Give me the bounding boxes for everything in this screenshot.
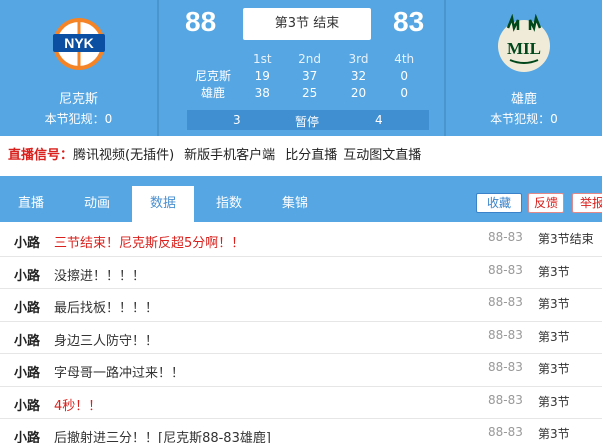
game-header: NYK 尼克斯 本节犯规：0 88 第3节 结束 83 1st 2nd 3rd …	[0, 0, 602, 136]
feed-item: 小路 最后找板！！！！ 88-83 第3节	[0, 289, 602, 322]
bucks-logo-icon: MIL	[498, 14, 550, 72]
quarter-score: 25	[301, 85, 318, 100]
feed-message: 4秒！！	[54, 398, 102, 414]
feedback-button[interactable]: 反馈	[528, 193, 564, 213]
quarter-score: 32	[350, 68, 367, 83]
signal-link-score-live[interactable]: 比分直播	[285, 148, 337, 163]
scoreboard-panel: 88 第3节 结束 83 1st 2nd 3rd 4th 尼克斯 19 37 3…	[159, 0, 444, 136]
quarter-score: 19	[254, 68, 270, 83]
quarter-score-table: 1st 2nd 3rd 4th 尼克斯 19 37 32 0 雄鹿 38 25 …	[185, 51, 427, 101]
away-timeouts: 4	[375, 113, 383, 127]
home-team-panel: NYK 尼克斯 本节犯规：0	[0, 0, 157, 136]
feed-score: 88-83	[488, 327, 523, 342]
feed-item: 小路 4秒！！ 88-83 第3节	[0, 387, 602, 419]
tab-bar: 直播 动画 数据 指数 集锦 收藏 反馈 举报	[0, 176, 602, 222]
home-team-name: 尼克斯	[58, 92, 98, 107]
feed-message: 没擦进！！！！	[54, 268, 146, 284]
quarter-score: 37	[301, 68, 318, 83]
tab-stats[interactable]: 数据	[132, 186, 194, 222]
feed-score: 88-83	[488, 262, 523, 277]
report-button[interactable]: 举报	[572, 193, 602, 213]
tab-odds[interactable]: 指数	[198, 186, 260, 222]
feed-score: 88-83	[488, 230, 523, 244]
feed-author: 小路	[14, 333, 41, 349]
svg-text:MIL: MIL	[507, 39, 541, 58]
away-team-panel: MIL 雄鹿 本节犯规：0	[446, 0, 602, 136]
live-signal-label: 直播信号：	[8, 148, 74, 163]
quarter-score: 0	[400, 68, 408, 83]
tab-animation[interactable]: 动画	[66, 186, 128, 222]
away-team-name: 雄鹿	[510, 92, 537, 107]
feed-item: 小路 没擦进！！！！ 88-83 第3节	[0, 257, 602, 289]
feed-score: 88-83	[488, 425, 523, 439]
feed-quarter: 第3节	[538, 427, 570, 441]
live-text-feed: 小路 三节结束！尼克斯反超5分啊！！ 88-83 第3节结束 小路 没擦进！！！…	[0, 224, 602, 443]
feed-item: 小路 后撤射进三分！！[尼克斯88-83雄鹿] 88-83 第3节	[0, 419, 602, 443]
feed-author: 小路	[14, 236, 41, 251]
feed-author: 小路	[14, 398, 41, 414]
quarter-header: 1st	[252, 52, 272, 66]
feed-author: 小路	[14, 301, 41, 316]
feed-score: 88-83	[488, 392, 523, 407]
quarter-score: 20	[350, 85, 367, 100]
feed-author: 小路	[14, 268, 41, 284]
away-score: 83	[393, 6, 425, 37]
quarter-row-team: 尼克斯	[194, 69, 231, 83]
timeout-label: 暂停	[295, 115, 320, 129]
home-score: 88	[185, 6, 217, 37]
quarter-header: 2nd	[298, 52, 322, 66]
feed-message: 后撤射进三分！！[尼克斯88-83雄鹿]	[54, 431, 271, 443]
home-team-fouls: 本节犯规：0	[44, 112, 113, 126]
feed-quarter: 第3节	[538, 297, 570, 311]
feed-quarter: 第3节结束	[538, 232, 594, 246]
live-signal-bar: 直播信号：腾讯视频(无插件) 新版手机客户端 比分直播 互动图文直播	[0, 136, 602, 176]
signal-link-tencent-video[interactable]: 腾讯视频(无插件)	[73, 148, 174, 163]
quarter-header: 3rd	[348, 52, 369, 66]
quarter-score: 38	[254, 85, 270, 100]
timeout-bar: 3 暂停 4	[187, 110, 429, 130]
quarter-row-team: 雄鹿	[200, 86, 225, 100]
feed-quarter: 第3节	[538, 329, 570, 344]
tab-highlights[interactable]: 集锦	[264, 186, 326, 222]
favorite-button[interactable]: 收藏	[476, 193, 522, 213]
feed-quarter: 第3节	[538, 394, 570, 409]
knicks-logo-icon: NYK	[52, 18, 105, 70]
feed-score: 88-83	[488, 295, 523, 309]
feed-item: 小路 字母哥一路冲过来！！ 88-83 第3节	[0, 354, 602, 387]
home-timeouts: 3	[233, 113, 241, 127]
feed-score: 88-83	[488, 360, 523, 374]
feed-author: 小路	[14, 431, 41, 443]
feed-message: 最后找板！！！！	[54, 301, 159, 316]
game-status: 第3节 结束	[243, 8, 371, 40]
feed-message: 三节结束！尼克斯反超5分啊！！	[54, 236, 245, 251]
svg-text:NYK: NYK	[64, 35, 94, 51]
feed-quarter: 第3节	[538, 362, 570, 376]
feed-item: 小路 三节结束！尼克斯反超5分啊！！ 88-83 第3节结束	[0, 224, 602, 257]
feed-item: 小路 身边三人防守！！ 88-83 第3节	[0, 322, 602, 354]
quarter-score: 0	[400, 85, 408, 100]
away-team-fouls: 本节犯规：0	[490, 112, 558, 126]
feed-message: 身边三人防守！！	[54, 333, 159, 349]
signal-link-mobile-client[interactable]: 新版手机客户端	[184, 148, 275, 163]
feed-quarter: 第3节	[538, 264, 570, 279]
signal-link-text-live[interactable]: 互动图文直播	[343, 148, 421, 163]
tab-live[interactable]: 直播	[0, 186, 62, 222]
feed-message: 字母哥一路冲过来！！	[54, 366, 185, 381]
feed-author: 小路	[14, 366, 41, 381]
quarter-header: 4th	[394, 52, 415, 66]
